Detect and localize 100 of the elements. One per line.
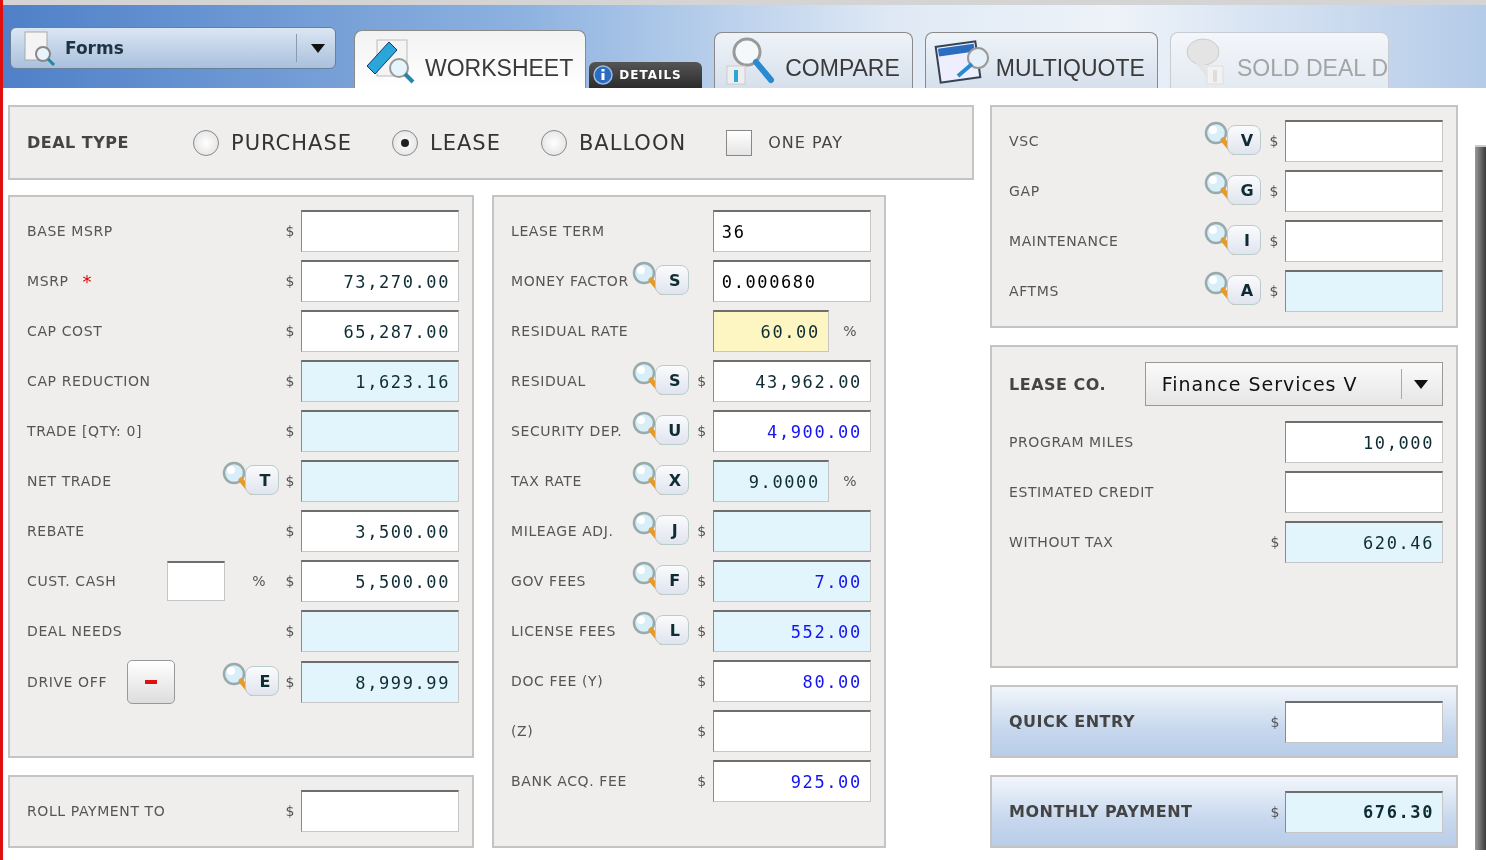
section-label: DEAL TYPE [27,133,130,152]
lookup-button[interactable]: I [1201,220,1261,258]
radio-icon[interactable] [540,129,567,156]
field-label: MONEY FACTOR [511,273,629,289]
input-field[interactable]: 4,900.00 [712,410,871,452]
section-label: MONTHLY PAYMENT [1009,802,1194,821]
forms-dropdown[interactable]: Forms [10,27,336,69]
currency-sign: $ [697,623,707,639]
field-label: PROGRAM MILES [1009,434,1134,450]
input-field[interactable] [712,510,871,552]
lookup-button[interactable]: F [628,560,689,598]
input-field[interactable]: 5,500.00 [301,560,459,602]
radio-icon[interactable] [193,129,219,156]
input-field[interactable] [1285,120,1443,162]
field-label: AFTMS [1009,283,1059,299]
field-label: BANK ACQ. FEE [511,773,627,789]
input-field[interactable]: 676.30 [1285,790,1443,833]
input-field[interactable]: 7.00 [712,560,871,602]
input-field[interactable]: 1,623.16 [301,360,459,402]
checkbox-icon[interactable] [726,129,753,156]
input-field[interactable] [1285,170,1443,212]
input-field[interactable] [301,410,459,452]
currency-sign: $ [285,573,295,589]
field-label: WITHOUT TAX [1009,534,1114,550]
lookup-button[interactable]: S [628,360,689,398]
percent-sign: % [842,473,858,489]
currency-sign: $ [1269,713,1281,730]
field-label: BASE MSRP [27,223,113,239]
currency-sign: $ [285,323,295,339]
input-field[interactable]: 9.0000 [712,460,829,502]
lease-company-dropdown[interactable]: Finance Services V [1144,362,1443,406]
currency-sign: $ [285,423,295,439]
lookup-button[interactable]: S [628,260,689,298]
info-icon[interactable] [593,65,614,85]
input-field[interactable]: 925.00 [712,760,871,802]
caret-icon[interactable] [1414,379,1428,389]
currency-sign: $ [697,673,707,689]
section-label: LEASE CO. [1009,374,1108,394]
currency-sign: $ [697,723,707,739]
input-field[interactable]: 73,270.00 [301,260,459,302]
tab[interactable]: MULTIQUOTE [924,32,1158,88]
field-label: RESIDUAL [511,373,586,389]
input-field[interactable] [301,210,459,252]
input-field[interactable] [1285,220,1443,262]
percent-field[interactable] [167,561,225,601]
lookup-button[interactable]: G [1201,170,1261,208]
field-label: REBATE [27,523,85,539]
radio-icon[interactable] [392,129,418,156]
input-field[interactable]: 620.46 [1285,521,1443,563]
field-label: ESTIMATED CREDIT [1009,484,1155,500]
input-field[interactable] [301,790,459,832]
lookup-button[interactable]: T [219,460,279,498]
lookup-button[interactable]: E [219,661,279,699]
document-search-icon[interactable] [21,30,57,66]
remove-button[interactable] [127,660,176,704]
currency-sign: $ [285,623,295,639]
input-field[interactable]: 0.000680 [712,260,871,302]
input-field[interactable] [1285,700,1443,743]
currency-sign: $ [285,523,295,539]
input-field[interactable]: 80.00 [712,660,871,702]
lookup-button[interactable]: J [628,510,689,548]
input-field[interactable]: 65,287.00 [301,310,459,352]
input-field[interactable] [1285,471,1443,513]
input-field[interactable]: 552.00 [712,610,871,652]
lookup-button[interactable]: L [628,610,689,648]
tab[interactable]: COMPARE [714,32,913,88]
radio-option[interactable]: BALLOON [540,129,687,156]
input-field[interactable] [301,460,459,502]
field-label: TRADE [QTY: 0] [27,423,143,439]
field-label: CAP REDUCTION [27,373,151,389]
currency-sign: $ [285,473,295,489]
input-field[interactable] [712,710,871,752]
input-field[interactable] [1285,270,1443,312]
field-label: VSC [1009,133,1040,149]
tab[interactable]: WORKSHEET [354,30,587,88]
radio-option[interactable]: LEASE [392,129,501,156]
minus-icon[interactable] [145,680,158,684]
currency-sign: $ [1269,803,1281,820]
lookup-button[interactable]: V [1201,120,1261,158]
field-label: TAX RATE [511,473,582,489]
lookup-button[interactable]: U [628,410,689,448]
lookup-button[interactable]: A [1201,270,1261,308]
input-field[interactable]: 60.00 [712,310,829,352]
field-label: GOV FEES [511,573,587,589]
input-field[interactable]: 36 [712,210,871,252]
details-tab[interactable]: DETAILS [589,62,703,88]
field-label: MSRP [27,273,69,289]
field-label: ROLL PAYMENT TO [27,803,166,819]
caret-icon[interactable] [311,43,325,53]
checkbox-option[interactable]: ONE PAY [726,129,843,156]
field-label: MILEAGE ADJ. [511,523,614,539]
radio-option[interactable]: PURCHASE [193,129,352,156]
field-label: DRIVE OFF [27,674,108,690]
input-field[interactable]: 43,962.00 [712,360,871,402]
currency-sign: $ [1269,133,1279,149]
input-field[interactable] [301,610,459,652]
input-field[interactable]: 8,999.99 [301,661,459,703]
input-field[interactable]: 10,000 [1285,421,1443,463]
lookup-button[interactable]: X [628,460,689,498]
input-field[interactable]: 3,500.00 [301,510,459,552]
